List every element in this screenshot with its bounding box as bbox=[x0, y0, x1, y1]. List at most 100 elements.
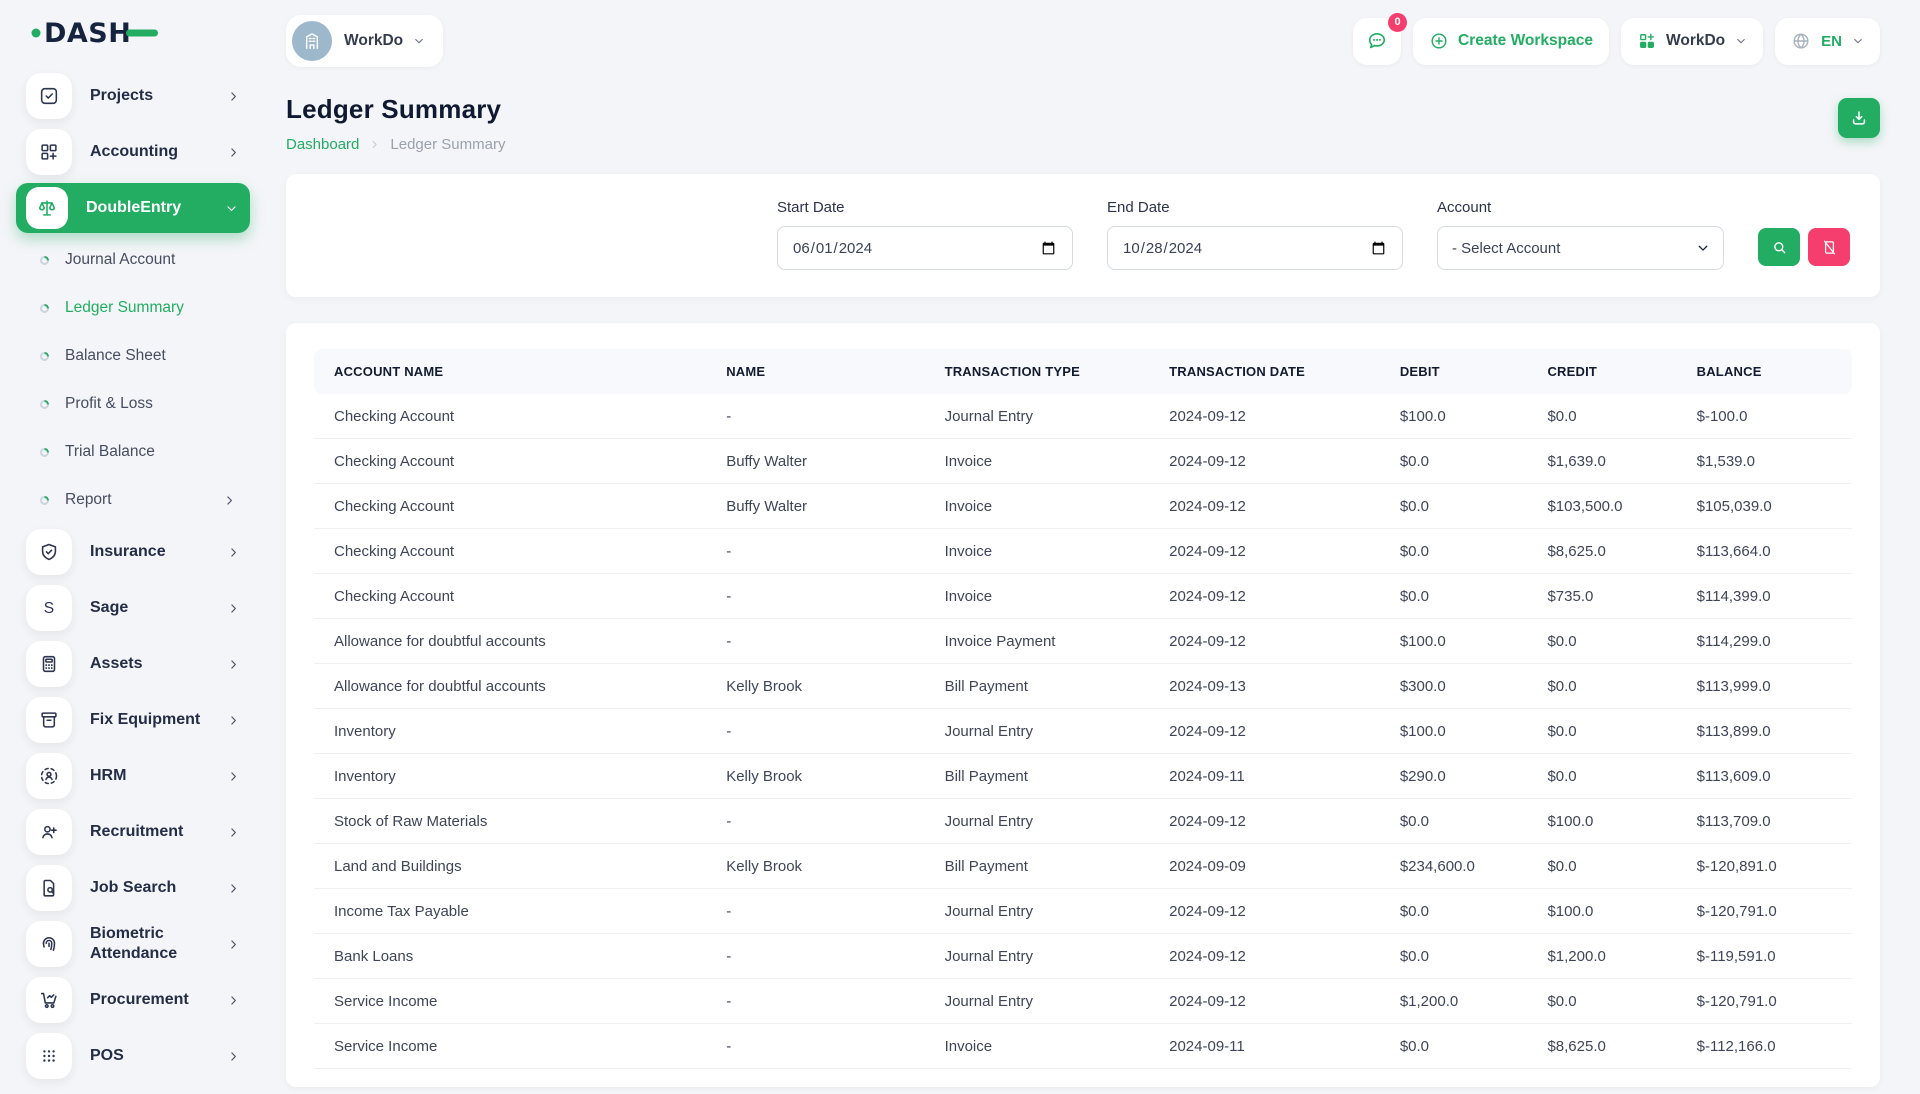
column-header-transaction-type: TRANSACTION TYPE bbox=[925, 349, 1150, 394]
table-row: Allowance for doubtful accountsKelly Bro… bbox=[314, 664, 1852, 709]
cell-balance: $113,664.0 bbox=[1677, 529, 1852, 574]
cell-transaction-type: Bill Payment bbox=[925, 664, 1150, 709]
sidebar-subitem-ledger-summary[interactable]: Ledger Summary bbox=[26, 284, 240, 332]
donut-icon bbox=[38, 302, 51, 315]
cell-name: - bbox=[706, 709, 924, 754]
cell-debit: $0.0 bbox=[1380, 484, 1528, 529]
table-row: Bank Loans-Journal Entry2024-09-12$0.0$1… bbox=[314, 934, 1852, 979]
chevron-right-icon bbox=[223, 494, 236, 507]
cell-balance: $1,539.0 bbox=[1677, 439, 1852, 484]
cell-transaction-date: 2024-09-12 bbox=[1149, 574, 1380, 619]
breadcrumb-dashboard-link[interactable]: Dashboard bbox=[286, 136, 359, 153]
building-icon bbox=[301, 30, 323, 52]
cell-credit: $1,639.0 bbox=[1527, 439, 1676, 484]
cell-transaction-type: Bill Payment bbox=[925, 754, 1150, 799]
cell-account-name: Inventory bbox=[314, 709, 706, 754]
sidebar-item-assets[interactable]: Assets bbox=[26, 636, 240, 692]
sidebar-item-pos[interactable]: POS bbox=[26, 1028, 240, 1084]
assets-icon bbox=[26, 641, 72, 687]
cell-transaction-type: Invoice Payment bbox=[925, 619, 1150, 664]
donut-icon bbox=[38, 254, 51, 267]
sidebar-subitem-profit-loss[interactable]: Profit & Loss bbox=[26, 380, 240, 428]
sidebar-item-accounting[interactable]: Accounting bbox=[26, 124, 240, 180]
cell-transaction-date: 2024-09-12 bbox=[1149, 529, 1380, 574]
sidebar-subitem-report[interactable]: Report bbox=[26, 476, 240, 524]
filter-card: Start Date End Date Account - Select Acc… bbox=[286, 174, 1880, 297]
cell-debit: $100.0 bbox=[1380, 619, 1528, 664]
sidebar-item-insurance[interactable]: Insurance bbox=[26, 524, 240, 580]
cell-transaction-date: 2024-09-12 bbox=[1149, 799, 1380, 844]
cell-balance: $114,399.0 bbox=[1677, 574, 1852, 619]
cell-name: - bbox=[706, 799, 924, 844]
cell-name: - bbox=[706, 889, 924, 934]
chevron-down-icon bbox=[1735, 35, 1747, 47]
table-row: Service Income-Journal Entry2024-09-12$1… bbox=[314, 979, 1852, 1024]
chevron-down-icon bbox=[413, 35, 425, 47]
cell-balance: $113,999.0 bbox=[1677, 664, 1852, 709]
start-date-field: Start Date bbox=[777, 199, 1073, 270]
end-date-input[interactable] bbox=[1107, 226, 1403, 270]
insurance-icon bbox=[26, 529, 72, 575]
breadcrumb: Dashboard Ledger Summary bbox=[286, 136, 505, 153]
workspace-avatar bbox=[292, 21, 332, 61]
cell-credit: $0.0 bbox=[1527, 844, 1676, 889]
sidebar-item-label: Insurance bbox=[90, 542, 166, 562]
sidebar-subitem-label: Journal Account bbox=[65, 251, 175, 269]
donut-icon bbox=[38, 446, 51, 459]
apply-filter-button[interactable] bbox=[1758, 228, 1800, 266]
cell-name: Kelly Brook bbox=[706, 844, 924, 889]
sidebar-item-label: Sage bbox=[90, 598, 128, 618]
topbar-actions: 0 Create Workspace WorkDo EN bbox=[1353, 18, 1880, 65]
sidebar-item-projects[interactable]: Projects bbox=[26, 68, 240, 124]
start-date-input[interactable] bbox=[777, 226, 1073, 270]
sidebar-item-job-search[interactable]: Job Search bbox=[26, 860, 240, 916]
reset-filter-button[interactable] bbox=[1808, 228, 1850, 266]
end-date-label: End Date bbox=[1107, 199, 1403, 216]
sidebar-item-hrm[interactable]: HRM bbox=[26, 748, 240, 804]
start-date-label: Start Date bbox=[777, 199, 1073, 216]
sidebar-item-procurement[interactable]: Procurement bbox=[26, 972, 240, 1028]
sage-icon: S bbox=[26, 585, 72, 631]
language-selector[interactable]: EN bbox=[1775, 18, 1880, 65]
cell-name: - bbox=[706, 934, 924, 979]
table-row: Income Tax Payable-Journal Entry2024-09-… bbox=[314, 889, 1852, 934]
grid-plus-icon bbox=[1637, 31, 1657, 51]
topbar: WorkDo 0 Create Workspace WorkDo EN bbox=[256, 0, 1920, 70]
cell-transaction-date: 2024-09-09 bbox=[1149, 844, 1380, 889]
cell-transaction-date: 2024-09-12 bbox=[1149, 439, 1380, 484]
create-workspace-button[interactable]: Create Workspace bbox=[1413, 18, 1609, 65]
app-switcher-button[interactable]: WorkDo bbox=[1621, 18, 1763, 65]
sidebar-item-label: Assets bbox=[90, 654, 142, 674]
sidebar-subitem-balance-sheet[interactable]: Balance Sheet bbox=[26, 332, 240, 380]
main-area: WorkDo 0 Create Workspace WorkDo EN bbox=[256, 0, 1920, 1080]
sidebar-item-doubleentry[interactable]: DoubleEntry bbox=[16, 183, 250, 233]
sidebar-item-fix-equipment[interactable]: Fix Equipment bbox=[26, 692, 240, 748]
cell-credit: $735.0 bbox=[1527, 574, 1676, 619]
workspace-switcher[interactable]: WorkDo bbox=[286, 15, 443, 67]
chevron-right-icon bbox=[227, 770, 240, 783]
sidebar-item-label: Biometric Attendance bbox=[90, 924, 227, 964]
messenger-button[interactable]: 0 bbox=[1353, 18, 1401, 65]
sidebar-item-sage[interactable]: S Sage bbox=[26, 580, 240, 636]
cell-transaction-type: Invoice bbox=[925, 574, 1150, 619]
accounting-icon bbox=[26, 129, 72, 175]
cell-name: - bbox=[706, 979, 924, 1024]
sidebar-subitem-journal-account[interactable]: Journal Account bbox=[26, 236, 240, 284]
table-row: Checking Account-Invoice2024-09-12$0.0$8… bbox=[314, 529, 1852, 574]
download-button[interactable] bbox=[1838, 98, 1880, 138]
cell-transaction-type: Journal Entry bbox=[925, 799, 1150, 844]
sidebar-item-recruitment[interactable]: Recruitment bbox=[26, 804, 240, 860]
job-search-icon bbox=[26, 865, 72, 911]
chevron-right-icon bbox=[227, 714, 240, 727]
cell-transaction-type: Invoice bbox=[925, 439, 1150, 484]
account-select[interactable]: - Select Account bbox=[1437, 226, 1724, 270]
sidebar-item-biometric-attendance[interactable]: Biometric Attendance bbox=[26, 916, 240, 972]
fix-equipment-icon bbox=[26, 697, 72, 743]
chevron-right-icon bbox=[369, 139, 380, 150]
table-row: Checking AccountBuffy WalterInvoice2024-… bbox=[314, 484, 1852, 529]
app-switcher-label: WorkDo bbox=[1666, 32, 1725, 50]
projects-icon bbox=[26, 73, 72, 119]
cell-transaction-date: 2024-09-12 bbox=[1149, 709, 1380, 754]
cell-transaction-date: 2024-09-11 bbox=[1149, 754, 1380, 799]
sidebar-subitem-trial-balance[interactable]: Trial Balance bbox=[26, 428, 240, 476]
